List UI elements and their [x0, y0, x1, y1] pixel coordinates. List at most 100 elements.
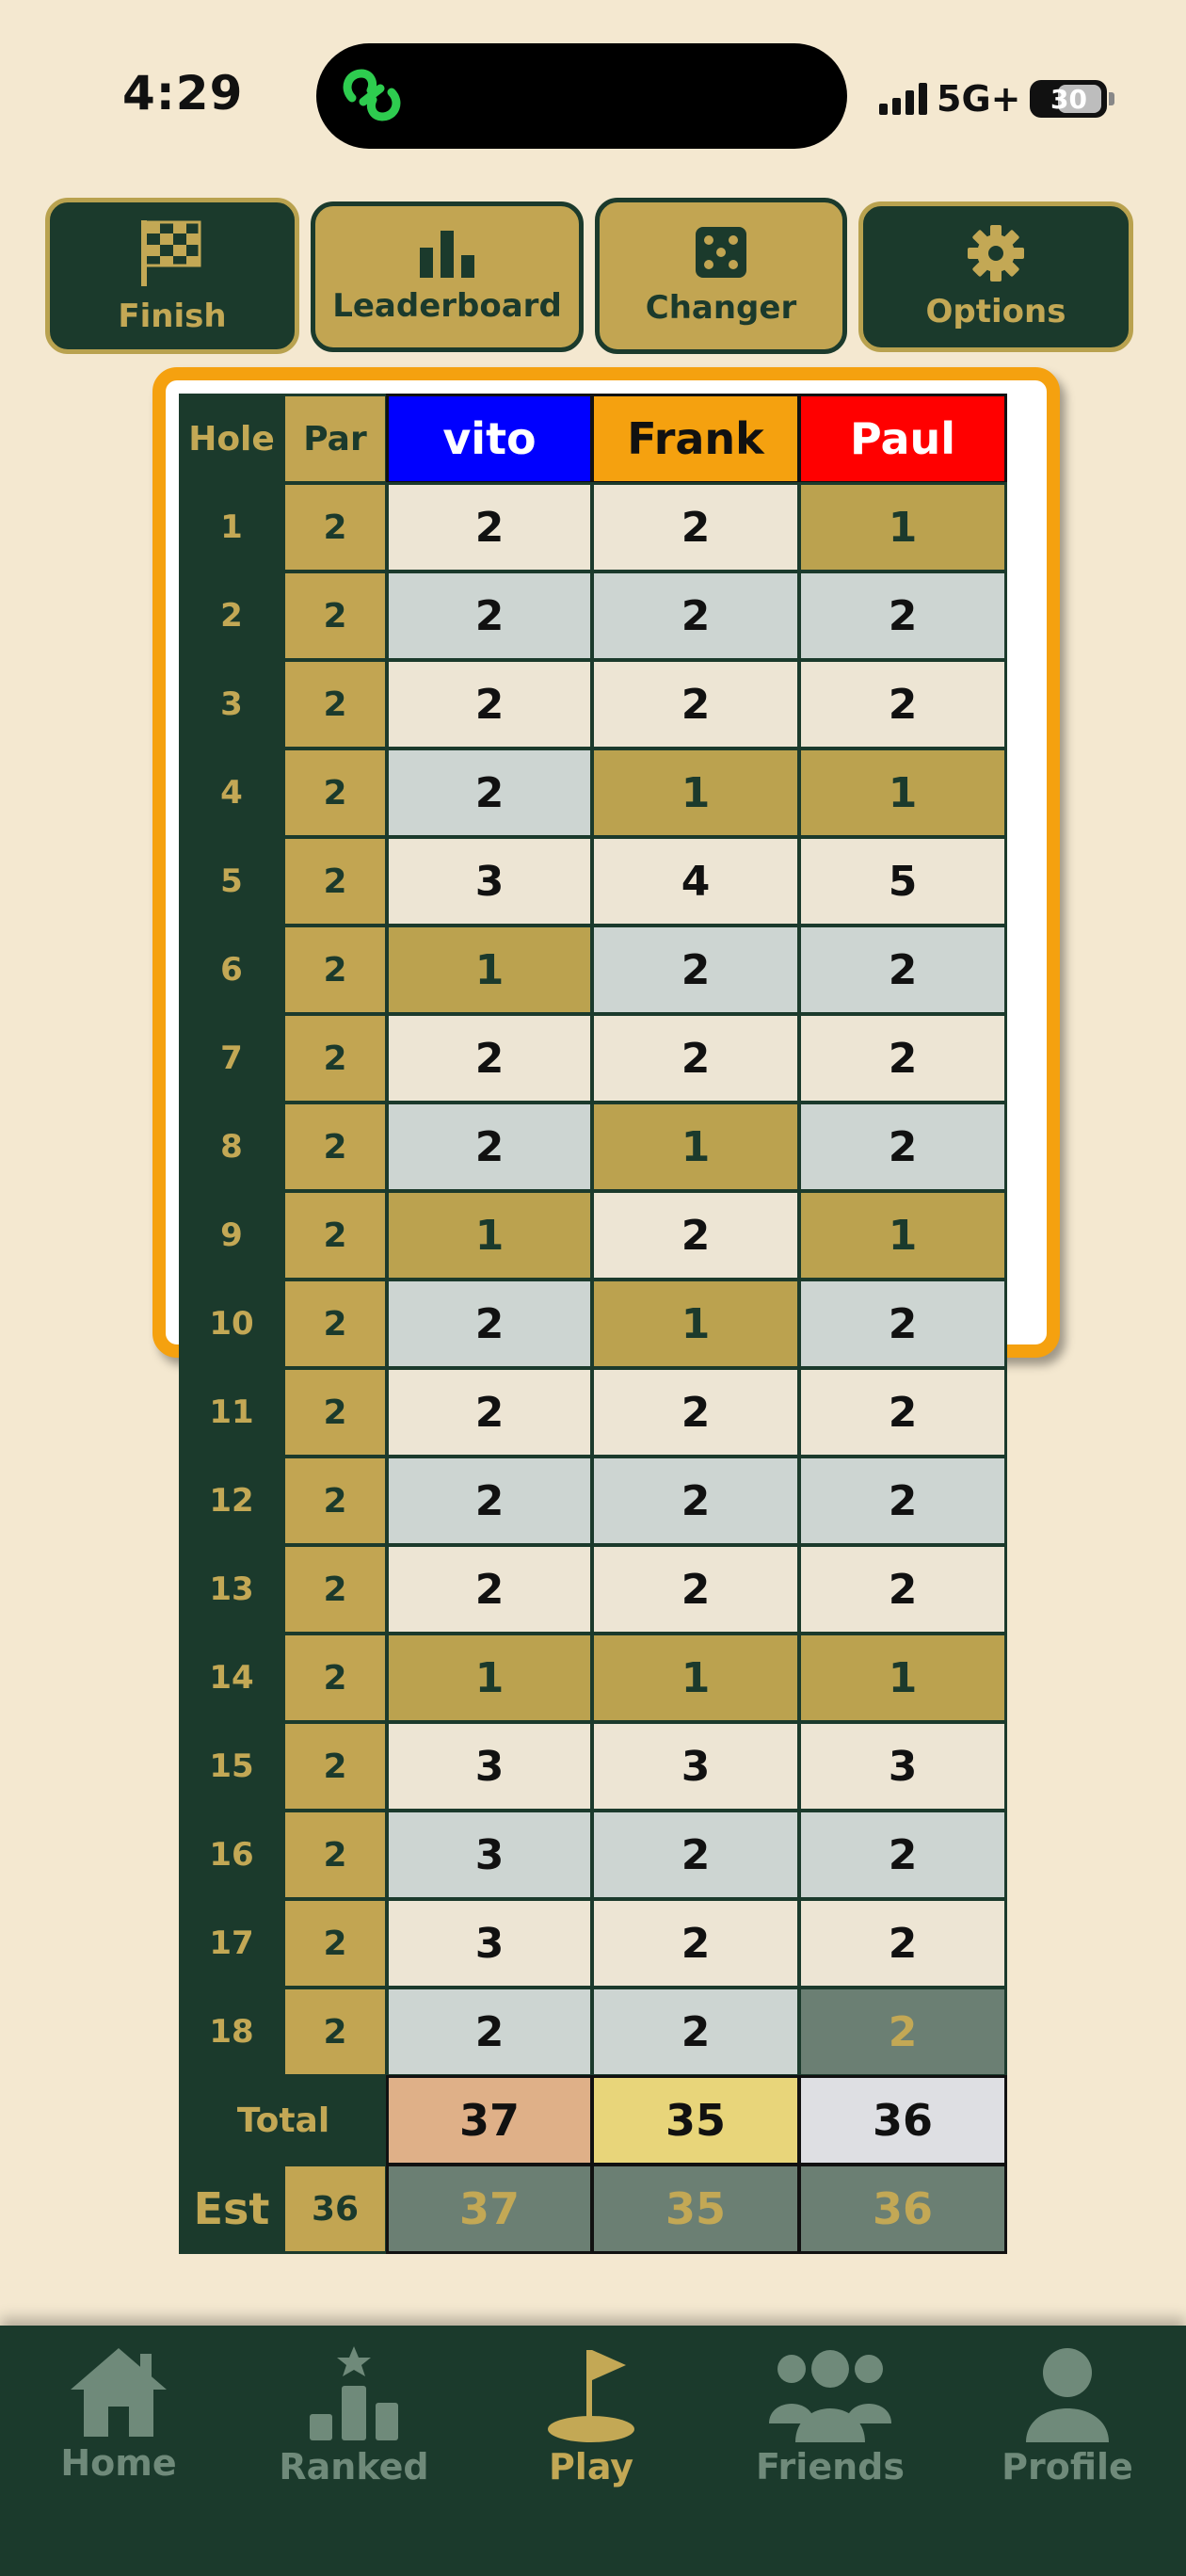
- score-cell[interactable]: 2: [591, 482, 800, 572]
- score-cell[interactable]: 1: [798, 748, 1007, 838]
- score-cell[interactable]: 3: [386, 1810, 593, 1900]
- options-button[interactable]: Options: [858, 201, 1133, 352]
- score-cell[interactable]: 2: [798, 1102, 1007, 1192]
- score-cell[interactable]: 2: [591, 925, 800, 1015]
- signal-icon: [879, 83, 927, 115]
- status-indicators: 5G+ 30: [879, 75, 1115, 122]
- score-cell[interactable]: 2: [798, 1367, 1007, 1457]
- score-cell[interactable]: 1: [386, 1633, 593, 1723]
- score-cell[interactable]: 2: [798, 659, 1007, 749]
- est-score: 35: [591, 2164, 800, 2254]
- nav-ranked[interactable]: Ranked: [260, 2344, 448, 2487]
- changer-button[interactable]: Changer: [595, 198, 847, 354]
- score-cell[interactable]: 1: [591, 748, 800, 838]
- hole-number: 12: [179, 1456, 284, 1546]
- par-value: 2: [282, 1013, 388, 1103]
- score-cell[interactable]: 3: [386, 1898, 593, 1988]
- score-cell[interactable]: 2: [386, 1013, 593, 1103]
- score-cell[interactable]: 2: [591, 1544, 800, 1634]
- score-cell[interactable]: 1: [386, 1190, 593, 1280]
- par-value: 2: [282, 1810, 388, 1900]
- score-cell[interactable]: 2: [798, 1456, 1007, 1546]
- score-cell[interactable]: 3: [798, 1721, 1007, 1811]
- score-cell[interactable]: 3: [591, 1721, 800, 1811]
- total-score: 35: [591, 2075, 800, 2165]
- friends-icon: [769, 2350, 891, 2442]
- score-cell[interactable]: 2: [591, 1987, 800, 2077]
- nav-profile[interactable]: Profile: [973, 2344, 1162, 2487]
- score-cell[interactable]: 2: [386, 571, 593, 661]
- score-cell[interactable]: 1: [386, 925, 593, 1015]
- score-cell[interactable]: 2: [591, 659, 800, 749]
- finish-button-label: Finish: [118, 298, 227, 335]
- score-cell[interactable]: 1: [798, 1633, 1007, 1723]
- score-cell[interactable]: 2: [386, 748, 593, 838]
- score-cell[interactable]: 4: [591, 836, 800, 926]
- score-cell[interactable]: 1: [591, 1633, 800, 1723]
- score-cell[interactable]: 2: [386, 1456, 593, 1546]
- score-cell[interactable]: 1: [798, 482, 1007, 572]
- par-value: 2: [282, 748, 388, 838]
- finish-button[interactable]: Finish: [45, 198, 299, 354]
- chain-link-icon: [343, 69, 401, 121]
- golf-flag-icon: [548, 2350, 634, 2442]
- nav-play[interactable]: Play: [497, 2344, 685, 2487]
- hole-number: 7: [179, 1013, 284, 1103]
- nav-friends[interactable]: Friends: [736, 2344, 924, 2487]
- est-par: 36: [282, 2164, 388, 2254]
- score-cell[interactable]: 2: [798, 1898, 1007, 1988]
- par-value: 2: [282, 1633, 388, 1723]
- score-cell[interactable]: 2: [798, 1279, 1007, 1369]
- score-cell[interactable]: 2: [386, 1544, 593, 1634]
- ranked-podium-icon: [310, 2346, 398, 2440]
- par-value: 2: [282, 1102, 388, 1192]
- par-value: 2: [282, 1721, 388, 1811]
- score-cell[interactable]: 2: [591, 1810, 800, 1900]
- par-value: 2: [282, 1987, 388, 2077]
- score-cell[interactable]: 2: [798, 1013, 1007, 1103]
- total-score: 37: [386, 2075, 593, 2165]
- score-cell[interactable]: 2: [591, 1013, 800, 1103]
- score-cell[interactable]: 2: [591, 1367, 800, 1457]
- nav-profile-label: Profile: [1002, 2446, 1133, 2487]
- header-player[interactable]: Paul: [798, 394, 1007, 484]
- score-cell[interactable]: 2: [386, 659, 593, 749]
- score-cell[interactable]: 5: [798, 836, 1007, 926]
- score-cell[interactable]: 2: [386, 1279, 593, 1369]
- checkered-flag-icon: [141, 220, 201, 286]
- score-cell[interactable]: 2: [591, 571, 800, 661]
- est-label: Est: [179, 2164, 284, 2254]
- par-value: 2: [282, 925, 388, 1015]
- hole-number: 17: [179, 1898, 284, 1988]
- gear-icon: [968, 225, 1024, 282]
- score-cell[interactable]: 3: [386, 1721, 593, 1811]
- score-cell[interactable]: 2: [798, 1987, 1007, 2077]
- score-cell[interactable]: 2: [386, 1102, 593, 1192]
- score-cell[interactable]: 2: [386, 482, 593, 572]
- score-cell[interactable]: 2: [798, 925, 1007, 1015]
- par-value: 2: [282, 482, 388, 572]
- score-cell[interactable]: 2: [798, 1544, 1007, 1634]
- score-cell[interactable]: 2: [798, 1810, 1007, 1900]
- nav-friends-label: Friends: [756, 2446, 905, 2487]
- network-type: 5G+: [937, 78, 1021, 120]
- score-cell[interactable]: 1: [591, 1102, 800, 1192]
- nav-home[interactable]: Home: [24, 2344, 213, 2484]
- score-cell[interactable]: 1: [798, 1190, 1007, 1280]
- par-value: 2: [282, 1544, 388, 1634]
- score-cell[interactable]: 2: [386, 1367, 593, 1457]
- total-score: 36: [798, 2075, 1007, 2165]
- hole-number: 1: [179, 482, 284, 572]
- leaderboard-button[interactable]: Leaderboard: [311, 201, 584, 352]
- dynamic-island: [316, 43, 847, 149]
- score-cell[interactable]: 2: [386, 1987, 593, 2077]
- score-cell[interactable]: 2: [591, 1190, 800, 1280]
- score-cell[interactable]: 3: [386, 836, 593, 926]
- header-player[interactable]: vito: [386, 394, 593, 484]
- score-cell[interactable]: 2: [591, 1456, 800, 1546]
- header-player[interactable]: Frank: [591, 394, 800, 484]
- par-value: 2: [282, 1456, 388, 1546]
- score-cell[interactable]: 2: [591, 1898, 800, 1988]
- score-cell[interactable]: 2: [798, 571, 1007, 661]
- score-cell[interactable]: 1: [591, 1279, 800, 1369]
